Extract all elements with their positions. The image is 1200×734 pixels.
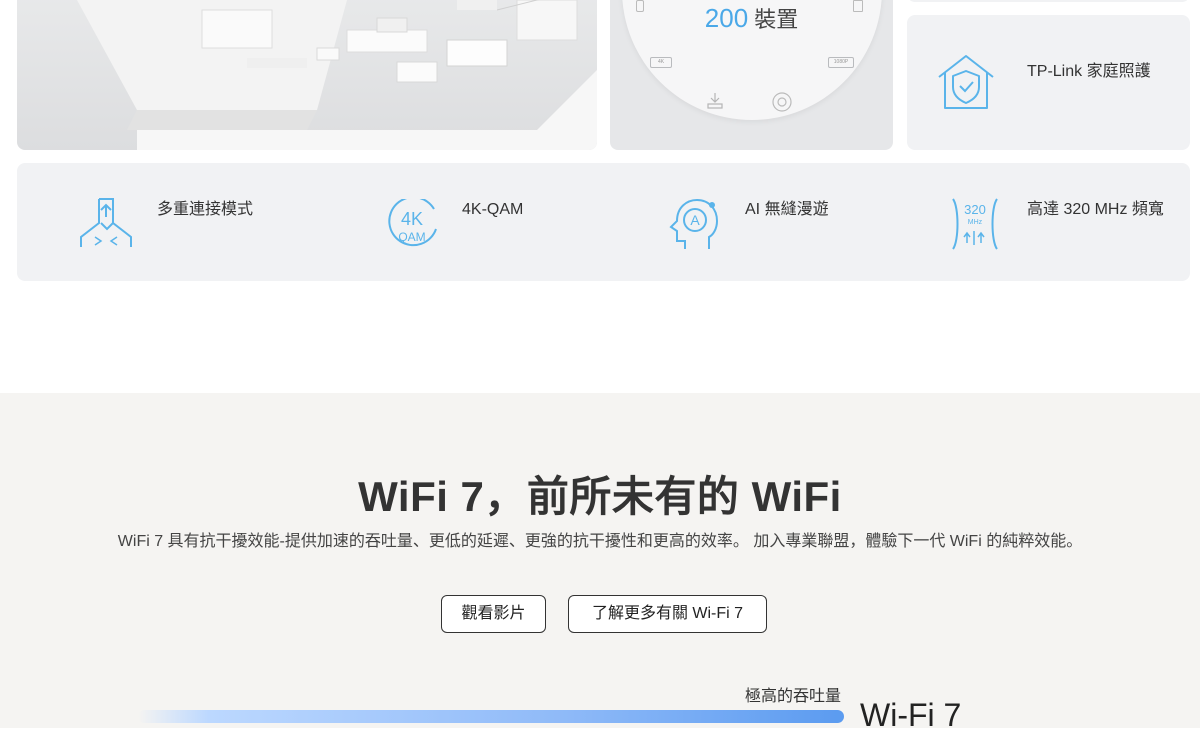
phone-icon: [636, 0, 644, 12]
throughput-label: 極高的吞吐量: [745, 688, 842, 705]
section-description: WiFi 7 具有抗干擾效能-提供加速的吞吐量、更低的延遲、更強的抗干擾性和更高…: [117, 533, 1083, 550]
qam-icon-bottom-text: QAM: [398, 230, 425, 244]
feature-strip: 多重連接模式 4K QAM 4K-QAM A AI 無縫漫遊 320 MHz 高…: [17, 163, 1190, 281]
tablet-icon: [853, 0, 863, 12]
feature-320mhz: 320 MHz 高達 320 MHz 頻寬: [887, 163, 1180, 281]
tv-1080p-icon: 1080P: [828, 57, 854, 68]
smart-speaker-icon: [772, 92, 792, 112]
feature-4k-qam: 4K QAM 4K-QAM: [322, 163, 615, 281]
tv-4k-icon: 4K: [650, 57, 672, 68]
feature-cards-area: 200 裝置 4K 1080P TP-Link 家庭照護 多重連接模式 4K Q…: [0, 0, 1200, 300]
mhz-icon-top-text: 320: [964, 202, 986, 217]
feature-label: 多重連接模式: [157, 201, 254, 218]
throughput-bar: [138, 710, 844, 723]
mhz-icon-bottom-text: MHz: [968, 219, 983, 226]
device-count-number: 200: [704, 3, 749, 33]
feature-multi-link: 多重連接模式: [17, 163, 310, 281]
top-card-edge: [907, 0, 1190, 2]
ai-icon-text: A: [690, 212, 700, 228]
home-care-card: TP-Link 家庭照護: [907, 15, 1190, 150]
watch-video-button[interactable]: 觀看影片: [441, 595, 546, 633]
home-care-label: TP-Link 家庭照護: [1027, 63, 1151, 80]
qam-icon-top-text: 4K: [401, 209, 423, 229]
smart-home-image: [17, 0, 597, 150]
feature-label: 高達 320 MHz 頻寬: [1027, 201, 1164, 218]
home-shield-icon: [938, 55, 994, 109]
feature-label: AI 無縫漫遊: [745, 201, 829, 218]
ai-roaming-icon: A: [669, 198, 719, 249]
device-count-unit: 裝置: [754, 7, 799, 32]
feature-ai-roaming: A AI 無縫漫遊: [605, 163, 898, 281]
wifi7-label: Wi-Fi 7: [860, 697, 962, 733]
section-title: WiFi 7，前所未有的 WiFi: [358, 473, 842, 520]
320mhz-icon: 320 MHz: [952, 198, 998, 250]
download-icon: [707, 93, 723, 109]
device-count: 200 裝置: [610, 2, 893, 34]
multi-link-icon: [80, 198, 132, 247]
4k-qam-icon: 4K QAM: [388, 199, 437, 247]
wifi7-section: WiFi 7，前所未有的 WiFi WiFi 7 具有抗干擾效能-提供加速的吞吐…: [0, 393, 1200, 733]
learn-more-button[interactable]: 了解更多有關 Wi-Fi 7: [568, 595, 767, 633]
feature-label: 4K-QAM: [462, 201, 524, 218]
devices-card: 200 裝置 4K 1080P: [610, 0, 893, 150]
